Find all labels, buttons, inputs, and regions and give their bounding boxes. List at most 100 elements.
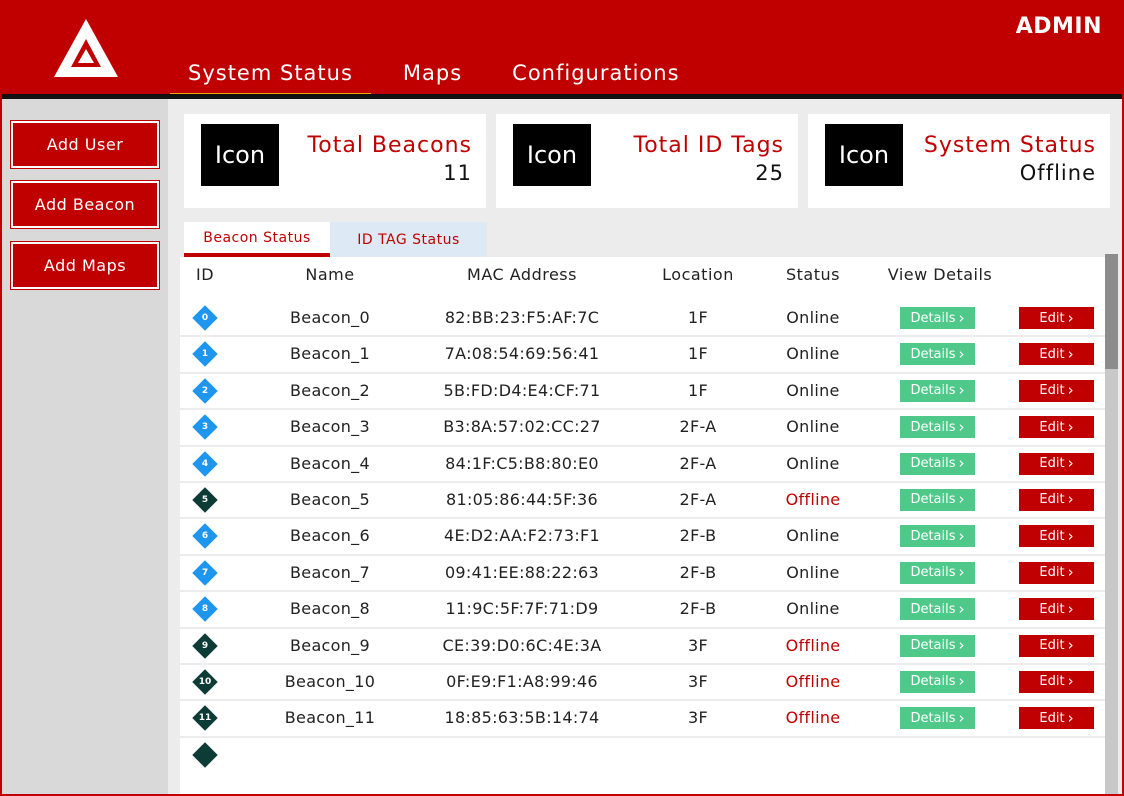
col-mac-address: MAC Address	[467, 265, 577, 284]
table-row: 11 Beacon_11 18:85:63:5B:14:74 3F Offline Det…	[180, 701, 1106, 738]
table-row: 9 Beacon_9 CE:39:D0:6C:4E:3A 3F Offline Detai…	[180, 629, 1106, 665]
row-mac: 7A:08:54:69:56:41	[444, 344, 600, 364]
details-button[interactable]: Details ›	[900, 525, 975, 548]
row-location: 2F-A	[679, 489, 717, 509]
tab-id-tag-status[interactable]: ID TAG Status	[330, 222, 487, 257]
details-button[interactable]: Details ›	[900, 307, 975, 329]
system-status-icon: Icon	[825, 124, 903, 186]
tab-beacon-status[interactable]: Beacon Status	[184, 222, 330, 257]
details-button[interactable]: Details ›	[900, 452, 975, 475]
details-label: Details	[910, 383, 956, 399]
edit-button[interactable]: Edit ›	[1019, 452, 1094, 475]
details-label: Details	[910, 492, 956, 508]
details-label: Details	[910, 310, 956, 326]
details-label: Details	[910, 674, 956, 690]
row-mac: 4E:D2:AA:F2:73:F1	[443, 526, 601, 546]
edit-label: Edit	[1039, 310, 1065, 326]
row-name: Beacon_1	[290, 344, 370, 364]
row-mac: B3:8A:57:02:CC:27	[443, 417, 601, 437]
details-button[interactable]: Details ›	[900, 561, 975, 584]
row-name: Beacon_5	[290, 489, 370, 509]
chevron-right-icon: ›	[1067, 344, 1074, 363]
chevron-right-icon: ›	[1067, 308, 1074, 327]
row-status: Online	[786, 599, 840, 619]
row-location: 2F-B	[679, 526, 717, 546]
details-button[interactable]: Details ›	[900, 343, 975, 366]
row-name: Beacon_11	[284, 708, 376, 728]
table-scrollbar[interactable]	[1105, 254, 1118, 794]
add-user-button[interactable]: Add User	[10, 120, 160, 169]
details-button[interactable]: Details ›	[900, 670, 975, 693]
row-status: Offline	[785, 708, 841, 728]
card-value: 25	[755, 161, 784, 185]
table-body: 0 Beacon_0 82:BB:23:F5:AF:7C 1F Online Detail…	[180, 301, 1106, 774]
row-name: Beacon_8	[290, 599, 370, 619]
main-nav: System Status Maps Configurations	[170, 58, 712, 98]
edit-button[interactable]: Edit ›	[1019, 307, 1094, 329]
row-name: Beacon_2	[290, 380, 370, 400]
table-row: 4 Beacon_4 84:1F:C5:B8:80:E0 2F-A Online Deta…	[180, 447, 1106, 483]
card-total-id-tags: Icon Total ID Tags 25	[496, 114, 798, 208]
chevron-right-icon: ›	[1067, 672, 1074, 691]
row-mac: 5B:FD:D4:E4:CF:71	[443, 380, 601, 400]
row-id: 3	[201, 422, 209, 433]
edit-label: Edit	[1039, 456, 1065, 472]
edit-button[interactable]: Edit ›	[1019, 561, 1094, 584]
edit-button[interactable]: Edit ›	[1019, 598, 1094, 621]
chevron-right-icon: ›	[958, 563, 965, 582]
edit-label: Edit	[1039, 565, 1065, 581]
main-content: Icon Total Beacons 11 Icon Total ID Tags…	[168, 99, 1122, 794]
edit-label: Edit	[1039, 638, 1065, 654]
app-window: ADMIN System Status Maps Configurations …	[0, 0, 1124, 796]
table-row: 7 Beacon_7 09:41:EE:88:22:63 2F-B Online Deta…	[180, 556, 1106, 593]
logo-icon	[54, 19, 118, 77]
row-location: 2F-A	[679, 417, 717, 437]
card-total-beacons: Icon Total Beacons 11	[184, 114, 486, 208]
row-location: 3F	[688, 671, 708, 691]
add-beacon-button[interactable]: Add Beacon	[10, 180, 160, 229]
col-location: Location	[662, 265, 734, 284]
nav-configurations[interactable]: Configurations	[494, 58, 697, 98]
chevron-right-icon: ›	[958, 454, 965, 473]
edit-button[interactable]: Edit ›	[1019, 416, 1094, 439]
details-button[interactable]: Details ›	[900, 416, 975, 439]
edit-button[interactable]: Edit ›	[1019, 488, 1094, 511]
edit-button[interactable]: Edit ›	[1019, 379, 1094, 402]
chevron-right-icon: ›	[958, 344, 965, 363]
admin-label[interactable]: ADMIN	[1016, 14, 1102, 39]
edit-button[interactable]: Edit ›	[1019, 634, 1094, 657]
table-row: 8 Beacon_8 11:9C:5F:7F:71:D9 2F-B Online Deta…	[180, 592, 1106, 629]
row-location: 2F-B	[679, 599, 717, 619]
row-location: 1F	[688, 308, 708, 327]
scrollbar-thumb[interactable]	[1105, 254, 1118, 369]
row-name: Beacon_7	[290, 562, 370, 582]
card-title: System Status	[923, 133, 1096, 158]
table-row: 10 Beacon_10 0F:E9:F1:A8:99:46 3F Offline Det…	[180, 665, 1106, 702]
row-name: Beacon_0	[290, 308, 370, 327]
nav-maps[interactable]: Maps	[385, 58, 480, 98]
details-button[interactable]: Details ›	[900, 598, 975, 621]
details-button[interactable]: Details ›	[900, 634, 975, 657]
row-id: 11	[198, 713, 212, 724]
row-mac: 82:BB:23:F5:AF:7C	[444, 308, 600, 327]
details-button[interactable]: Details ›	[900, 488, 975, 511]
nav-system-status[interactable]: System Status	[170, 58, 371, 98]
edit-button[interactable]: Edit ›	[1019, 525, 1094, 548]
beacon-marker-icon	[192, 741, 218, 768]
row-mac: 09:41:EE:88:22:63	[444, 562, 600, 582]
edit-button[interactable]: Edit ›	[1019, 343, 1094, 366]
edit-label: Edit	[1039, 710, 1065, 726]
edit-button[interactable]: Edit ›	[1019, 670, 1094, 693]
col-id: ID	[195, 265, 215, 284]
edit-button[interactable]: Edit ›	[1019, 707, 1094, 730]
add-maps-button[interactable]: Add Maps	[10, 241, 160, 290]
col-view-details: View Details	[887, 265, 993, 284]
details-button[interactable]: Details ›	[900, 379, 975, 402]
chevron-right-icon: ›	[958, 381, 965, 400]
row-name: Beacon_9	[290, 635, 370, 655]
row-id: 0	[201, 313, 209, 323]
row-mac: 0F:E9:F1:A8:99:46	[446, 671, 598, 691]
details-label: Details	[910, 710, 956, 726]
details-button[interactable]: Details ›	[900, 707, 975, 730]
row-mac: 11:9C:5F:7F:71:D9	[445, 599, 599, 619]
